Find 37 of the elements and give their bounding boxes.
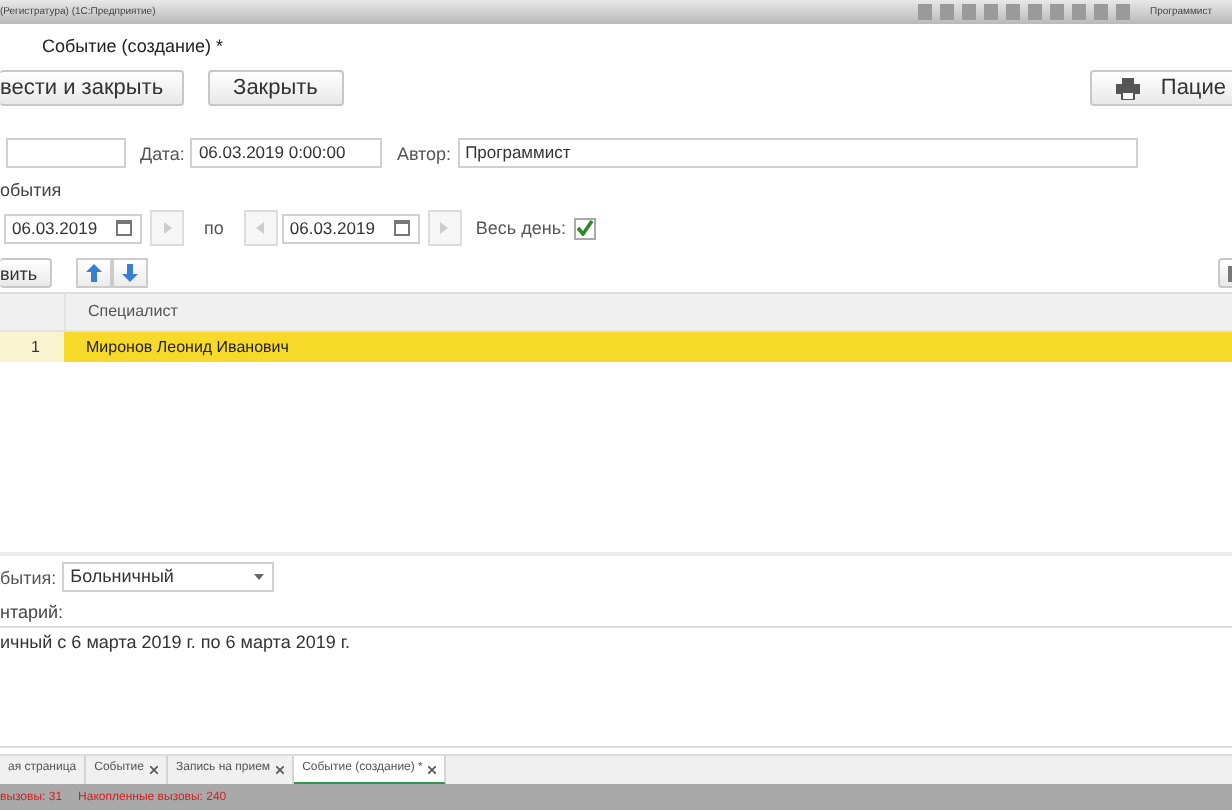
dropdown-icon: [254, 574, 265, 580]
date-label: Дата:: [140, 143, 185, 163]
calendar-icon: [393, 220, 410, 236]
close-icon[interactable]: [149, 766, 158, 774]
close-icon[interactable]: [428, 765, 437, 773]
command-button[interactable]: вести и закрыть: [0, 70, 184, 106]
to-label: по: [204, 218, 224, 238]
down-arrow-icon: [121, 264, 138, 282]
event-type-label: бытия:: [0, 567, 57, 587]
move-up-button[interactable]: [75, 258, 112, 288]
number-field[interactable]: [6, 138, 126, 168]
add-button[interactable]: вить: [0, 258, 52, 288]
calendar-icon: [116, 220, 132, 236]
all-day-checkbox[interactable]: [574, 217, 597, 239]
author-field[interactable]: Программист: [457, 138, 1138, 168]
up-arrow-icon: [85, 264, 102, 282]
move-down-button[interactable]: [111, 258, 148, 288]
date-to-field[interactable]: 06.03.2019: [281, 213, 420, 243]
print-button[interactable]: Пацие: [1090, 70, 1232, 106]
event-type-dropdown[interactable]: Больничный: [62, 562, 275, 592]
form-title: Событие (создание) *: [40, 34, 225, 60]
date-field[interactable]: 06.03.2019 0:00:00: [190, 138, 383, 168]
table-cell: 1: [0, 332, 64, 362]
comment-label: нтарий:: [0, 602, 66, 626]
comment-field[interactable]: ичный с 6 марта 2019 г. по 6 марта 2019 г.: [0, 626, 1232, 748]
author-label: Автор:: [396, 143, 452, 163]
left-arrow-icon: [256, 222, 265, 234]
right-arrow-icon: [440, 222, 449, 234]
right-arrow-icon: [163, 222, 171, 234]
command-button[interactable]: Закрыть: [207, 70, 344, 106]
date-from-field[interactable]: 06.03.2019: [4, 213, 142, 243]
table-cell: Миронов Леонид Иванович: [64, 332, 1232, 362]
table-row[interactable]: 1 Миронов Леонид Иванович: [0, 332, 1232, 362]
all-day-label: Весь день:: [475, 218, 567, 238]
period-label: обытия: [0, 180, 64, 204]
printer-icon: [1116, 77, 1141, 99]
close-icon[interactable]: [276, 766, 285, 774]
